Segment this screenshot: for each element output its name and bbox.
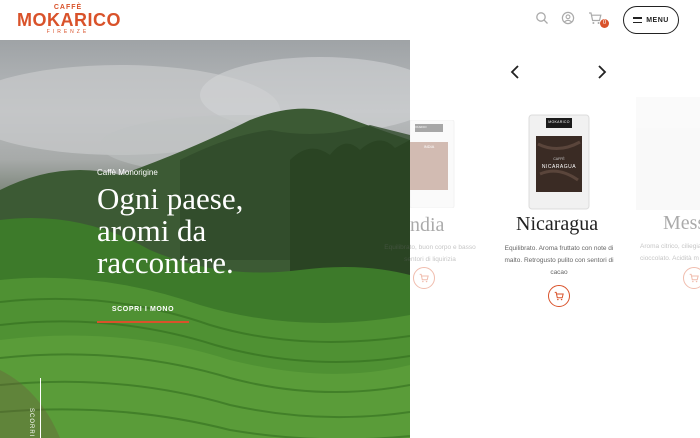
site-header: CAFFÈ MOKARICO FIRENZE 0 MENU xyxy=(0,0,700,40)
coffee-bag-india xyxy=(410,120,455,208)
cart-icon xyxy=(554,291,564,301)
user-icon[interactable] xyxy=(561,11,575,25)
mokarico-logo[interactable]: CAFFÈ MOKARICO FIRENZE xyxy=(17,4,121,35)
desc-line: Equilibrato. Aroma fruttato con note di xyxy=(504,245,614,252)
bag-small-nicaragua: CAFFÈ xyxy=(553,157,565,161)
desc-line: malto. Retrogusto pulito con sentori di xyxy=(504,257,614,264)
menu-icon xyxy=(633,17,643,23)
cart-icon xyxy=(419,273,429,283)
desc-line: cioccolato. Acidità m xyxy=(640,255,699,262)
hero-title-line: raccontare. xyxy=(97,245,234,280)
chevron-right-icon[interactable] xyxy=(594,64,610,80)
bag-brand-nicaragua: MOKARICO xyxy=(548,120,570,124)
logo-main-text: MOKARICO xyxy=(17,10,121,30)
menu-label: MENU xyxy=(646,16,669,24)
bag-label-nicaragua: NICARAGUA xyxy=(541,164,577,170)
product-desc-nicaragua: Equilibrato. Aroma fruttato con note di … xyxy=(500,243,618,279)
scroll-label: SCORRI xyxy=(28,408,34,438)
product-name-messico[interactable]: Mess xyxy=(663,212,700,235)
product-name-nicaragua[interactable]: Nicaragua xyxy=(516,213,598,236)
desc-line: Aroma citrico, ciliegia xyxy=(640,243,700,250)
desc-line: cacao xyxy=(550,269,568,276)
hero-title: Ogni paese, aromi da raccontare. xyxy=(97,183,327,279)
coffee-bag-messico-placeholder xyxy=(636,97,700,210)
discover-mono-button[interactable]: SCOPRI I MONO xyxy=(97,306,189,323)
bag-brand-india: MOKARICO xyxy=(413,126,427,129)
cart-icon xyxy=(689,273,699,283)
add-to-cart-messico[interactable] xyxy=(683,267,700,289)
search-icon[interactable] xyxy=(535,11,549,25)
hero-kicker: Caffè Monorigine xyxy=(97,168,158,177)
add-to-cart-nicaragua[interactable] xyxy=(548,285,570,307)
hero-title-line: Ogni paese, xyxy=(97,181,244,216)
chevron-left-icon[interactable] xyxy=(507,64,523,80)
coffee-bag-nicaragua xyxy=(528,114,590,210)
scroll-indicator-line xyxy=(40,378,41,438)
hero-title-line: aromi da xyxy=(97,213,207,248)
desc-line: sentori di liquirizia xyxy=(404,256,456,263)
add-to-cart-india[interactable] xyxy=(413,267,435,289)
menu-button[interactable]: MENU xyxy=(623,6,679,34)
hero-section: Caffè Monorigine Ogni paese, aromi da ra… xyxy=(0,40,410,438)
desc-line: Equilibrato, buon corpo e basso xyxy=(384,244,476,251)
product-name-india[interactable]: ndia xyxy=(410,214,444,237)
cart-count-badge: 0 xyxy=(600,19,609,28)
bag-label-india: INDIA xyxy=(423,144,435,149)
product-desc-messico: Aroma citrico, ciliegia cioccolato. Acid… xyxy=(640,241,700,265)
product-desc-india: Equilibrato, buon corpo e basso sentori … xyxy=(380,242,480,266)
